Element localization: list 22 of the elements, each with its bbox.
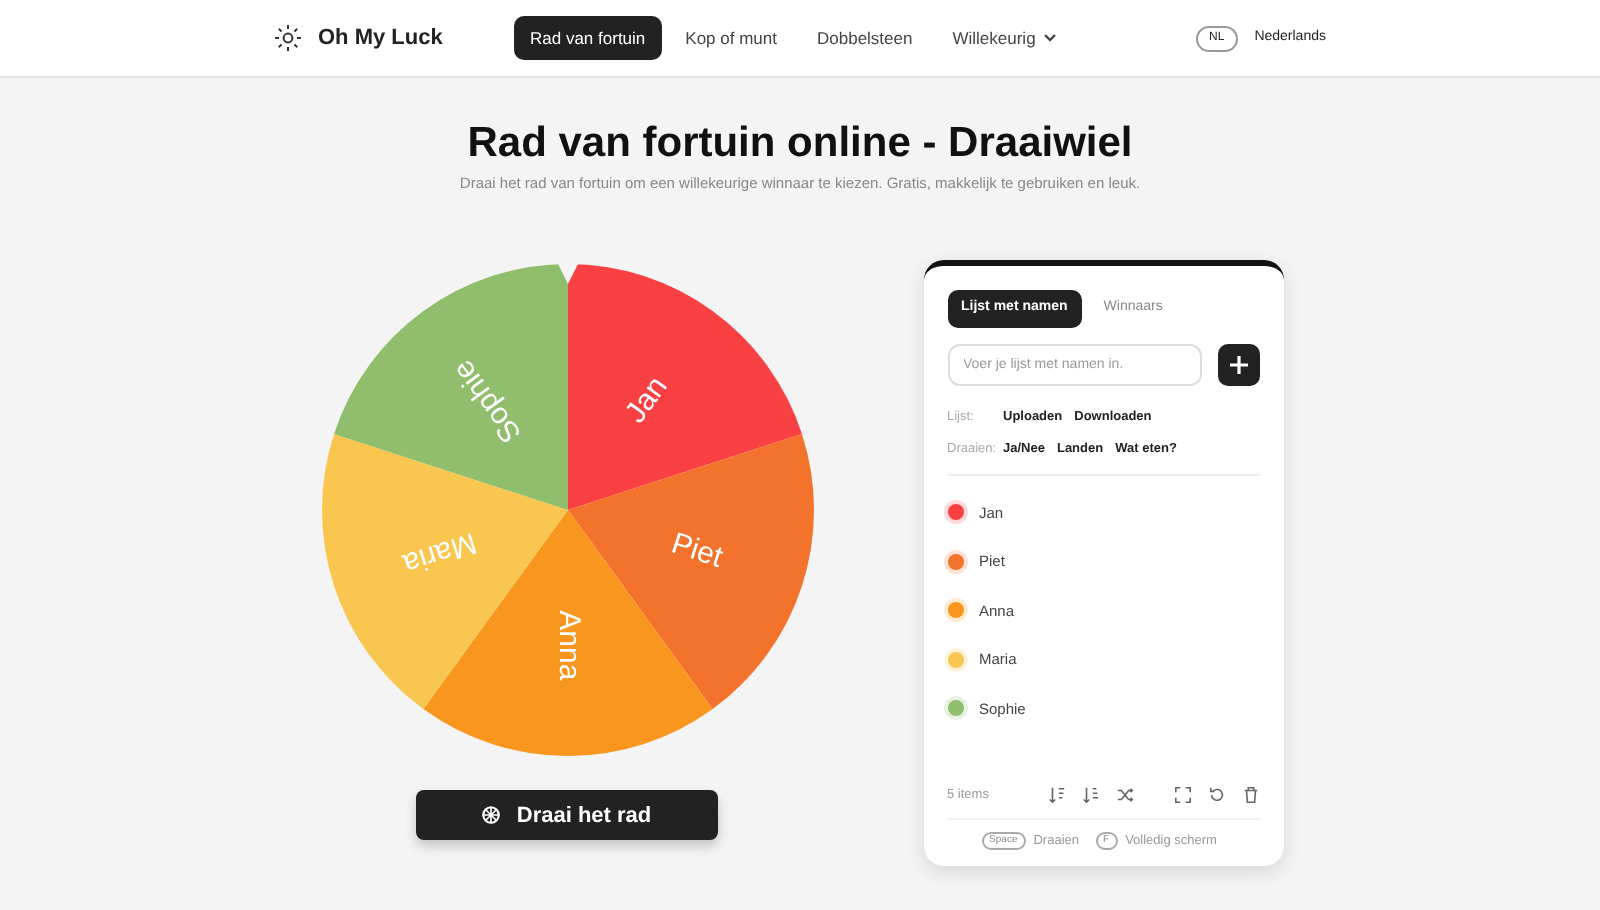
sort-ascending-icon[interactable] [1047, 786, 1065, 805]
nav-link[interactable]: Willekeurig [936, 15, 1072, 61]
sort-descending-icon[interactable] [1081, 786, 1099, 805]
reset-icon[interactable] [1207, 786, 1225, 805]
shuffle-icon[interactable] [1115, 786, 1133, 805]
fullscreen-icon[interactable] [1173, 786, 1191, 805]
wheel-icon [482, 806, 501, 825]
add-button[interactable] [1217, 343, 1259, 386]
trash-icon[interactable] [1241, 786, 1259, 805]
brand-name[interactable]: Oh My Luck [318, 21, 443, 55]
slice-label: Maria [397, 525, 480, 582]
nav-link[interactable]: Dobbelsteen [801, 15, 929, 61]
plus-icon [1229, 355, 1247, 374]
slice-label: Anna [551, 611, 586, 682]
slice-label: Piet [666, 527, 726, 576]
slice-label: Jan [617, 371, 674, 431]
logo-icon [274, 24, 302, 52]
page-title: Rad van fortuin online - Draaiwiel [465, 118, 1135, 169]
nav-link[interactable]: Rad van fortuin [514, 15, 662, 61]
wheel-pointer [557, 264, 577, 285]
spin-button[interactable]: Draai het rad [416, 790, 718, 841]
nav-link[interactable]: Kop of munt [669, 15, 793, 61]
